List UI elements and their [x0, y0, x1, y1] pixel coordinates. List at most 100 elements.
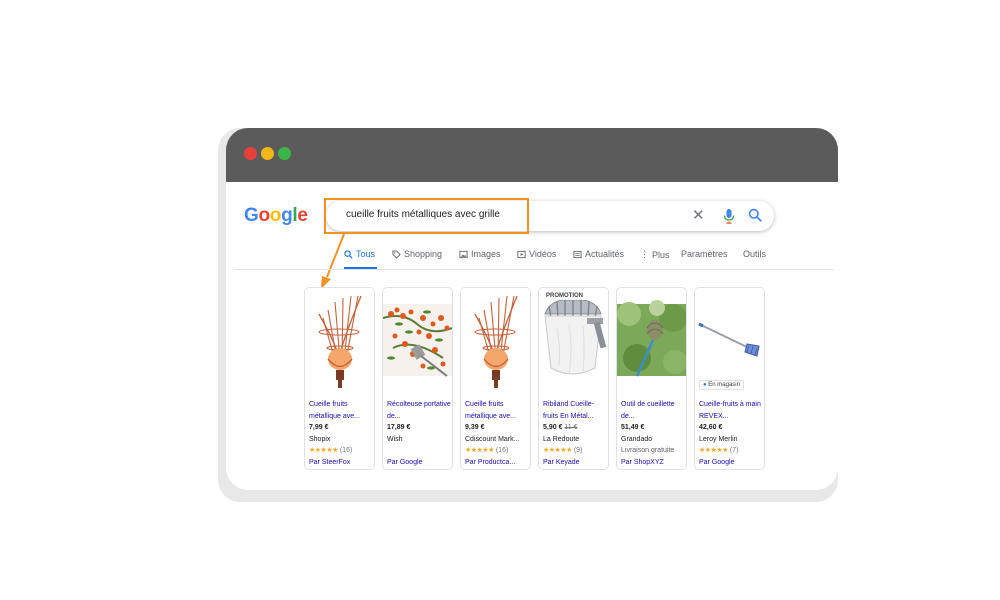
tab-outils[interactable]: Outils: [743, 249, 766, 259]
tab-label: Plus: [652, 249, 670, 260]
product-title[interactable]: Cueille fruits métallique ave...: [465, 399, 529, 422]
product-card[interactable]: Récolteuse portative de... 17,89 € Wish …: [382, 287, 453, 470]
review-count: (9): [573, 447, 583, 454]
product-card[interactable]: PROMOTION Ribiland Cueille-fruits En Mét…: [538, 287, 609, 470]
tab-label: Outils: [743, 249, 767, 259]
shipping-info: Livraison gratuite: [621, 447, 675, 454]
product-rating: ★★★★★ (7): [699, 445, 763, 457]
tab-actualites[interactable]: Actualités: [573, 249, 624, 259]
review-count: (7): [729, 447, 739, 454]
tab-label: Tous: [356, 249, 376, 259]
rating-stars: ★★★★★: [543, 447, 572, 454]
product-by-link[interactable]: Par Productca...: [465, 457, 529, 469]
product-price: 51,49 €: [621, 424, 645, 431]
tab-plus[interactable]: ⋮ Plus: [640, 249, 670, 260]
title-bar: [226, 128, 838, 182]
logo-letter: e: [297, 205, 308, 226]
search-icon[interactable]: [748, 208, 762, 222]
in-store-badge: ● En magasin: [699, 380, 744, 390]
google-logo[interactable]: Google: [244, 205, 308, 227]
tab-tous[interactable]: Tous: [344, 249, 375, 259]
tab-images[interactable]: Images: [459, 249, 501, 259]
tag-icon: [392, 249, 401, 259]
product-seller: Cdiscount Mark...: [465, 435, 520, 443]
tab-label: Shopping: [404, 249, 443, 259]
logo-letter: G: [244, 205, 259, 226]
rating-stars: ★★★★★: [699, 447, 728, 454]
product-title[interactable]: Cueille fruits métallique ave...: [309, 399, 373, 422]
close-icon[interactable]: ✕: [692, 207, 705, 225]
product-title[interactable]: Ribiland Cueille-fruits En Métal...: [543, 399, 607, 422]
promotion-badge: PROMOTION: [543, 292, 586, 300]
more-vert-icon: ⋮: [640, 249, 649, 259]
tree-picker-image: [617, 300, 686, 377]
news-icon: [573, 250, 582, 258]
product-price: 7,99 €: [309, 424, 329, 431]
product-rating: ★★★★★ (16): [309, 445, 373, 457]
logo-letter: o: [258, 205, 270, 226]
old-price: 11 €: [564, 424, 578, 431]
product-image[interactable]: ● En magasin: [695, 288, 764, 392]
product-card[interactable]: ● En magasin Cueille-fruits à main REVEX…: [694, 287, 765, 470]
product-card[interactable]: Cueille fruits métallique ave... 9,39 € …: [460, 287, 531, 470]
tab-label: Paramètres: [681, 249, 728, 259]
image-icon: [459, 250, 468, 258]
product-seller: Leroy Merlin: [699, 435, 738, 443]
picker-bag-image: [539, 288, 608, 392]
maximize-window-button[interactable]: [278, 147, 291, 160]
tab-shopping[interactable]: Shopping: [392, 249, 442, 259]
tab-label: Vidéos: [529, 249, 557, 259]
product-price: 42,60 €: [699, 424, 723, 431]
product-seller: La Redoute: [543, 435, 580, 443]
product-price: 9,39 €: [465, 424, 485, 431]
current-price: 5,90 €: [543, 424, 563, 431]
product-seller: Grandado: [621, 435, 653, 443]
product-price: 17,89 €: [387, 424, 411, 431]
product-by-link[interactable]: Par Google: [699, 457, 763, 469]
telescopic-picker-image: [695, 288, 764, 392]
logo-letter: g: [281, 205, 293, 226]
product-card[interactable]: Outil de cueillette de... 51,49 € Granda…: [616, 287, 687, 470]
logo-letter: o: [269, 205, 282, 226]
review-count: (16): [339, 447, 353, 454]
query-highlight-box: [324, 198, 529, 234]
product-image[interactable]: [383, 288, 452, 392]
location-pin-icon: ●: [703, 382, 707, 388]
product-image[interactable]: [305, 288, 374, 392]
product-by-link[interactable]: Par Google: [387, 457, 451, 469]
product-by-link[interactable]: Par Keyade: [543, 457, 607, 469]
tab-label: Actualités: [585, 249, 625, 259]
close-window-button[interactable]: [244, 147, 257, 160]
rating-stars: ★★★★★: [465, 447, 494, 454]
product-rating: ★★★★★ (16): [465, 445, 529, 457]
search-icon: [344, 249, 353, 259]
harvest-photo-image: [383, 304, 452, 377]
product-price: 5,90 € 11 €: [543, 422, 607, 434]
product-seller: Shopix: [309, 435, 331, 443]
annotation-arrow: [321, 233, 345, 289]
product-image[interactable]: [461, 288, 530, 392]
minimize-window-button[interactable]: [261, 147, 274, 160]
microphone-icon[interactable]: [722, 208, 736, 224]
review-count: (16): [495, 447, 509, 454]
product-by-link[interactable]: Par SteerFox: [309, 457, 373, 469]
tab-label: Images: [471, 249, 501, 259]
product-image[interactable]: [617, 288, 686, 392]
fruit-picker-image: [305, 288, 374, 392]
fruit-picker-image: [461, 288, 530, 392]
product-rating: ★★★★★ (9): [543, 445, 607, 457]
browser-window: Google cueille fruits métalliques avec g…: [226, 128, 838, 490]
play-icon: [517, 250, 526, 258]
product-title[interactable]: Outil de cueillette de...: [621, 399, 685, 422]
in-store-label: En magasin: [708, 382, 740, 388]
tab-parametres[interactable]: Paramètres: [681, 249, 728, 259]
product-title[interactable]: Récolteuse portative de...: [387, 399, 451, 422]
product-by-link[interactable]: Par ShopXYZ: [621, 457, 685, 469]
product-title[interactable]: Cueille-fruits à main REVEX...: [699, 399, 763, 422]
product-card[interactable]: Cueille fruits métallique ave... 7,99 € …: [304, 287, 375, 470]
tab-videos[interactable]: Vidéos: [517, 249, 556, 259]
rating-stars: ★★★★★: [309, 447, 338, 454]
tabs-divider: [234, 269, 834, 270]
product-seller: Wish: [387, 435, 403, 443]
product-image[interactable]: PROMOTION: [539, 288, 608, 392]
